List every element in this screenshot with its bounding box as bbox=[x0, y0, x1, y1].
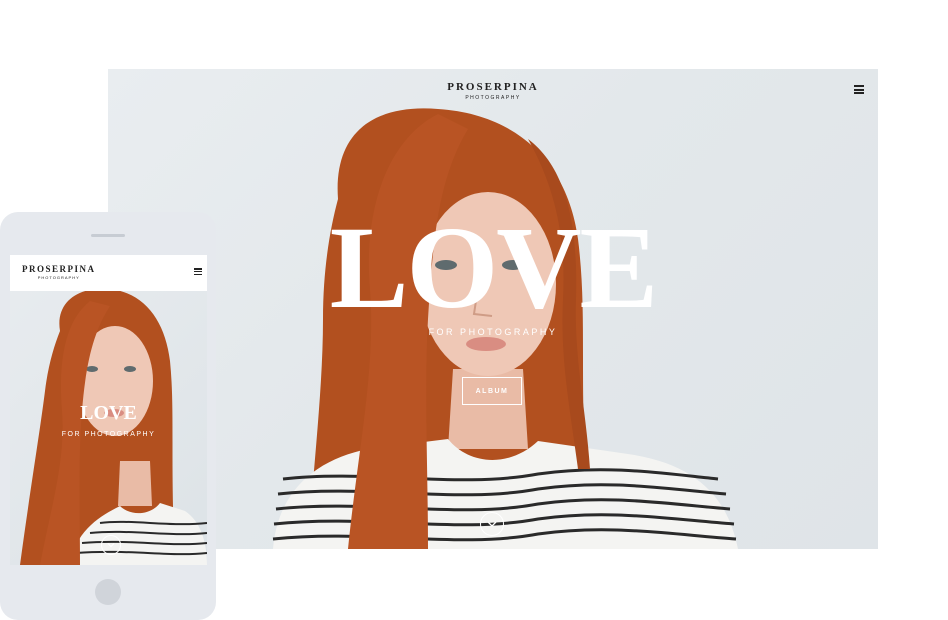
brand-name: PROSERPINA bbox=[447, 81, 539, 93]
mobile-hero-subtitle: FOR PHOTOGRAPHY bbox=[61, 431, 156, 438]
mobile-hero-title: LOVE bbox=[80, 402, 137, 424]
mobile-device: PROSERPINA PHOTOGRAPHY LOVE FOR PHOTOGRA… bbox=[0, 212, 216, 620]
showcase-stage: PROSERPINA PHOTOGRAPHY LOVE FOR PHOTOGRA… bbox=[0, 0, 948, 620]
phone-speaker bbox=[91, 234, 125, 237]
scroll-down-button[interactable] bbox=[480, 512, 504, 536]
hamburger-menu-icon[interactable] bbox=[854, 85, 864, 94]
desktop-preview: PROSERPINA PHOTOGRAPHY LOVE FOR PHOTOGRA… bbox=[108, 69, 878, 549]
hero-title: LOVE bbox=[329, 202, 658, 333]
mobile-scroll-down-button[interactable] bbox=[101, 535, 121, 555]
brand-logo[interactable]: PROSERPINA PHOTOGRAPHY bbox=[108, 81, 878, 101]
mobile-header: PROSERPINA PHOTOGRAPHY bbox=[10, 255, 207, 291]
mobile-hero-photo bbox=[20, 291, 207, 565]
chevron-down-icon bbox=[487, 521, 497, 527]
phone-home-button[interactable] bbox=[95, 579, 121, 605]
brand-tagline: PHOTOGRAPHY bbox=[465, 95, 521, 101]
mobile-brand-name: PROSERPINA bbox=[22, 264, 96, 274]
hero-subtitle: FOR PHOTOGRAPHY bbox=[428, 327, 558, 337]
mobile-brand-logo[interactable]: PROSERPINA PHOTOGRAPHY bbox=[22, 264, 96, 280]
mobile-hamburger-menu-icon[interactable] bbox=[194, 268, 202, 276]
mobile-chevron-down-icon bbox=[107, 543, 115, 548]
album-button[interactable]: ALBUM bbox=[462, 377, 522, 405]
mobile-brand-tagline: PHOTOGRAPHY bbox=[37, 275, 80, 280]
mobile-screen: PROSERPINA PHOTOGRAPHY LOVE FOR PHOTOGRA… bbox=[10, 255, 207, 565]
